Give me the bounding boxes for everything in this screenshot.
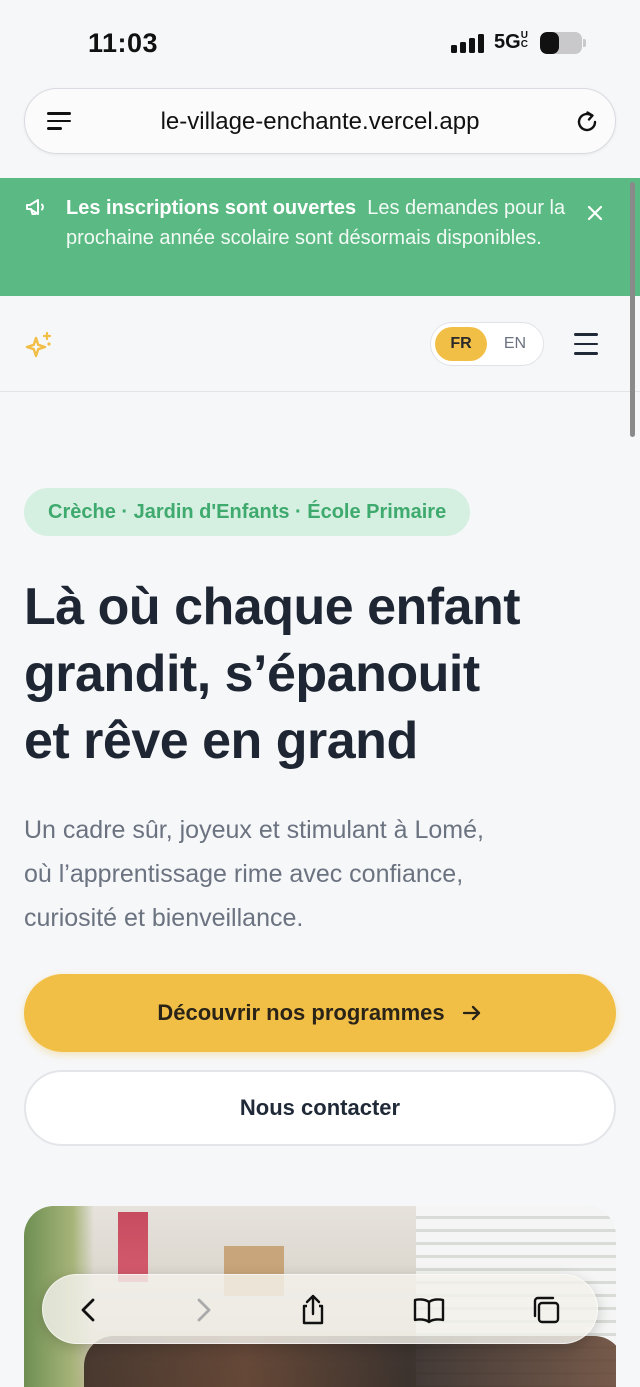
- hero-title-line: et rêve en grand: [24, 712, 418, 770]
- site-header: [0, 296, 640, 392]
- hero-subtitle-line: Un cadre sûr, joyeux et stimulant à Lomé…: [24, 816, 484, 844]
- network-suffix: UC: [520, 30, 528, 50]
- hero-subtitle-line: curiosité et bienveillance.: [24, 904, 304, 932]
- menu-icon[interactable]: [574, 333, 598, 355]
- arrow-right-icon: [462, 1005, 480, 1021]
- signal-icon: [451, 33, 485, 53]
- status-bar: 11:03 5GUC: [0, 0, 640, 88]
- banner-text: Les inscriptions sont ouvertes Les deman…: [66, 193, 566, 253]
- language-toggle[interactable]: FR EN: [430, 322, 544, 366]
- share-icon[interactable]: [295, 1292, 331, 1328]
- page-scrollbar[interactable]: [630, 182, 635, 437]
- banner-title: Les inscriptions sont ouvertes: [66, 197, 357, 219]
- hero-subtitle: Un cadre sûr, joyeux et stimulant à Lomé…: [24, 808, 604, 940]
- url-text[interactable]: le-village-enchante.vercel.app: [95, 108, 545, 136]
- bookmarks-icon[interactable]: [411, 1292, 447, 1328]
- lang-fr-button[interactable]: FR: [435, 327, 487, 361]
- tabs-icon[interactable]: [529, 1292, 565, 1328]
- network-label: 5GUC: [494, 30, 528, 54]
- reload-icon[interactable]: [573, 108, 601, 136]
- megaphone-icon: [26, 199, 44, 215]
- contact-label: Nous contacter: [239, 1095, 401, 1120]
- discover-programs-label: Découvrir nos programmes: [157, 1000, 445, 1025]
- contact-button[interactable]: Nous contacter: [24, 1070, 616, 1146]
- page-menu-icon[interactable]: [47, 112, 71, 130]
- hero-title-line: grandit, s’épanouit: [24, 645, 480, 703]
- forward-icon[interactable]: [185, 1292, 221, 1328]
- hero-subtitle-line: où l’apprentissage rime avec confiance,: [24, 860, 464, 888]
- back-icon[interactable]: [71, 1292, 107, 1328]
- hero-tag: Crèche · Jardin d'Enfants · École Primai…: [24, 488, 471, 536]
- browser-toolbar: [42, 1274, 598, 1344]
- lang-en-button[interactable]: EN: [491, 327, 539, 361]
- hero-title-line: Là où chaque enfant: [24, 578, 521, 636]
- close-icon[interactable]: [583, 201, 607, 225]
- address-bar[interactable]: le-village-enchante.vercel.app: [24, 88, 616, 154]
- status-time: 11:03: [88, 28, 159, 58]
- discover-programs-button[interactable]: Découvrir nos programmes: [24, 974, 616, 1052]
- battery-icon: [540, 32, 586, 54]
- sparkle-logo-icon[interactable]: [24, 330, 54, 360]
- hero-title: Là où chaque enfant grandit, s’épanouit …: [24, 574, 624, 775]
